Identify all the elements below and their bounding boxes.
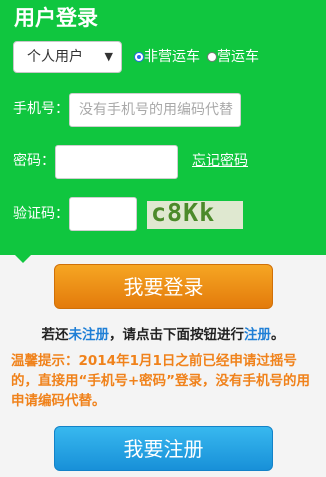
chevron-down-icon: ▼ [104,50,113,63]
forgot-password-link[interactable]: 忘记密码 [192,151,248,171]
password-label: 密码： [13,153,55,169]
register-button[interactable]: 我要注册 [54,426,273,471]
login-button[interactable]: 我要登录 [54,264,273,309]
warm-tip: 温馨提示：2014年1月1日之前已经申请过摇号的，直接用“手机号+密码”登录，没… [11,353,311,409]
radio-non-commercial-label: 非营运车 [144,49,200,65]
captcha-input[interactable] [69,197,137,231]
page-title: 用户登录 [14,6,98,30]
hint-middle: ，请点击下面按钮进行 [109,327,244,343]
hint-prefix: 若还 [41,327,69,343]
register-hint: 若还未注册，请点击下面按钮进行注册。 [0,325,326,345]
captcha-image[interactable]: c8Kk [147,198,243,229]
panel-arrow [14,254,32,263]
captcha-label: 验证码： [13,206,69,222]
radio-checked-icon [134,52,144,62]
account-type-value: 个人用户 [27,49,83,65]
phone-label: 手机号： [13,101,69,117]
captcha-image-text: c8Kk [151,198,216,227]
phone-input[interactable]: 没有手机号的用编码代替 [69,93,241,127]
password-input[interactable] [55,145,178,179]
account-type-select[interactable]: 个人用户 ▼ [13,41,122,73]
radio-unchecked-icon [207,52,217,62]
register-link[interactable]: 注册 [244,327,271,343]
login-panel: 用户登录 个人用户 ▼ 非营运车 营运车 手机号： 没有手机号的用编码代替 密码… [0,0,326,255]
hint-suffix: 。 [271,327,285,343]
radio-non-commercial[interactable]: 非营运车 [134,47,200,67]
radio-commercial-label: 营运车 [217,49,259,65]
radio-commercial[interactable]: 营运车 [207,47,259,67]
unregistered-link[interactable]: 未注册 [69,327,110,343]
